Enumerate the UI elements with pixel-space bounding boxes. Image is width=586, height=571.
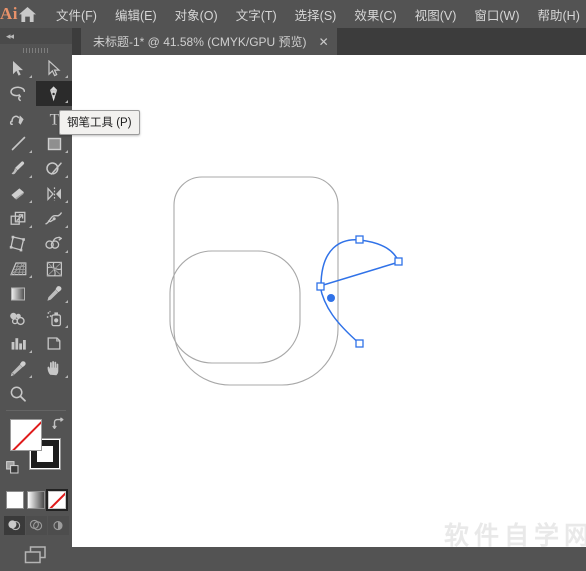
anchor-point bbox=[356, 236, 363, 243]
direct-selection-tool[interactable] bbox=[36, 56, 72, 81]
tool-flyout-indicator bbox=[29, 75, 32, 78]
width-tool[interactable] bbox=[36, 206, 72, 231]
app-logo: Ai bbox=[0, 4, 18, 24]
menu-item-list: 文件(F) 编辑(E) 对象(O) 文字(T) 选择(S) 效果(C) 视图(V… bbox=[47, 2, 586, 27]
anchor-point bbox=[395, 258, 402, 265]
pen-tool-tooltip: 钢笔工具 (P) bbox=[59, 110, 140, 135]
anchor-point bbox=[356, 340, 363, 347]
curvature-tool[interactable] bbox=[0, 106, 36, 131]
menu-edit[interactable]: 编辑(E) bbox=[106, 2, 166, 27]
shape-builder-tool[interactable] bbox=[36, 231, 72, 256]
eraser-tool[interactable] bbox=[0, 181, 36, 206]
mesh-tool[interactable] bbox=[36, 256, 72, 281]
tool-flyout-indicator bbox=[29, 225, 32, 228]
artboard-tool[interactable] bbox=[36, 331, 72, 356]
selected-anchor-point bbox=[327, 294, 335, 302]
tool-flyout-indicator bbox=[65, 225, 68, 228]
menu-select[interactable]: 选择(S) bbox=[286, 2, 346, 27]
draw-inside-mode[interactable] bbox=[48, 516, 69, 535]
document-tab[interactable]: 未标题-1* @ 41.58% (CMYK/GPU 预览) ✕ bbox=[81, 28, 337, 55]
tool-flyout-indicator bbox=[65, 175, 68, 178]
gradient-tool[interactable] bbox=[0, 281, 36, 306]
illustrator-window: Ai 文件(F) 编辑(E) 对象(O) 文字(T) 选择(S) 效果(C) 视… bbox=[0, 0, 586, 547]
tool-flyout-indicator bbox=[29, 275, 32, 278]
tool-flyout-indicator bbox=[29, 350, 32, 353]
menu-window[interactable]: 窗口(W) bbox=[465, 2, 528, 27]
menu-type[interactable]: 文字(T) bbox=[227, 2, 286, 27]
draw-normal-mode[interactable] bbox=[4, 516, 25, 535]
tool-grid-spacer bbox=[36, 381, 72, 406]
tool-flyout-indicator bbox=[29, 175, 32, 178]
toolbar-divider bbox=[6, 410, 66, 411]
color-fill-mode[interactable] bbox=[6, 491, 24, 509]
free-transform-tool[interactable] bbox=[0, 231, 36, 256]
scale-tool[interactable] bbox=[0, 206, 36, 231]
tool-flyout-indicator bbox=[65, 200, 68, 203]
tool-flyout-indicator bbox=[65, 150, 68, 153]
zoom-tool[interactable] bbox=[0, 381, 36, 406]
close-icon[interactable]: ✕ bbox=[319, 36, 329, 48]
tool-flyout-indicator bbox=[29, 200, 32, 203]
tool-flyout-indicator bbox=[65, 375, 68, 378]
column-graph-tool[interactable] bbox=[0, 331, 36, 356]
selection-tool[interactable] bbox=[0, 56, 36, 81]
default-fill-stroke-icon[interactable] bbox=[6, 461, 20, 475]
blend-tool[interactable] bbox=[0, 306, 36, 331]
tool-flyout-indicator bbox=[29, 375, 32, 378]
fill-none-indicator bbox=[11, 420, 41, 450]
menu-help[interactable]: 帮助(H) bbox=[529, 2, 586, 27]
document-tab-title: 未标题-1* @ 41.58% (CMYK/GPU 预览) bbox=[93, 33, 307, 50]
menu-bar: Ai 文件(F) 编辑(E) 对象(O) 文字(T) 选择(S) 效果(C) 视… bbox=[0, 0, 586, 28]
change-screen-mode-button[interactable] bbox=[21, 544, 51, 571]
paintbrush-tool[interactable] bbox=[0, 156, 36, 181]
tool-flyout-indicator bbox=[65, 250, 68, 253]
svg-text:T: T bbox=[49, 112, 59, 128]
eyedropper-tool[interactable] bbox=[36, 281, 72, 306]
toolbar-drag-grip[interactable] bbox=[0, 44, 72, 56]
menu-file[interactable]: 文件(F) bbox=[47, 2, 106, 27]
tool-flyout-indicator bbox=[65, 325, 68, 328]
tool-flyout-indicator bbox=[65, 100, 68, 103]
fill-stroke-controls bbox=[0, 415, 72, 489]
tool-flyout-indicator bbox=[65, 75, 68, 78]
lasso-tool[interactable] bbox=[0, 81, 36, 106]
rotate-tool[interactable] bbox=[36, 181, 72, 206]
active-bezier-path bbox=[320, 240, 399, 344]
screen-mode-row bbox=[0, 544, 72, 571]
none-fill-mode[interactable] bbox=[48, 491, 66, 509]
pen-tool[interactable] bbox=[36, 81, 72, 106]
anchor-point bbox=[317, 283, 324, 290]
fill-mode-row bbox=[0, 491, 72, 509]
menu-object[interactable]: 对象(O) bbox=[166, 2, 227, 27]
perspective-grid-tool[interactable] bbox=[0, 256, 36, 281]
cup-handle-shape bbox=[170, 251, 300, 363]
symbol-sprayer-tool[interactable] bbox=[36, 306, 72, 331]
draw-behind-mode[interactable] bbox=[26, 516, 47, 535]
document-tab-bar: 未标题-1* @ 41.58% (CMYK/GPU 预览) ✕ bbox=[72, 28, 586, 55]
home-icon[interactable] bbox=[18, 6, 37, 23]
tool-grid: T bbox=[0, 56, 72, 406]
slice-tool[interactable] bbox=[0, 356, 36, 381]
swap-fill-stroke-icon[interactable] bbox=[52, 417, 66, 431]
toolbar-collapse-bar[interactable]: ◂◂ bbox=[0, 28, 72, 45]
fill-swatch[interactable] bbox=[10, 419, 42, 451]
menu-effect[interactable]: 效果(C) bbox=[345, 2, 405, 27]
tool-flyout-indicator bbox=[29, 150, 32, 153]
line-segment-tool[interactable] bbox=[0, 131, 36, 156]
canvas-artwork bbox=[72, 55, 586, 547]
shaper-tool[interactable] bbox=[36, 156, 72, 181]
double-chevron-left-icon[interactable]: ◂◂ bbox=[6, 31, 13, 42]
draw-mode-row bbox=[0, 516, 72, 535]
cup-body-shape bbox=[174, 177, 338, 385]
hand-tool[interactable] bbox=[36, 356, 72, 381]
artboard-canvas[interactable]: 软件自学网 WWW.RJZXW.COM bbox=[72, 55, 586, 547]
gradient-fill-mode[interactable] bbox=[27, 491, 45, 509]
tool-flyout-indicator bbox=[65, 300, 68, 303]
menu-view[interactable]: 视图(V) bbox=[406, 2, 466, 27]
